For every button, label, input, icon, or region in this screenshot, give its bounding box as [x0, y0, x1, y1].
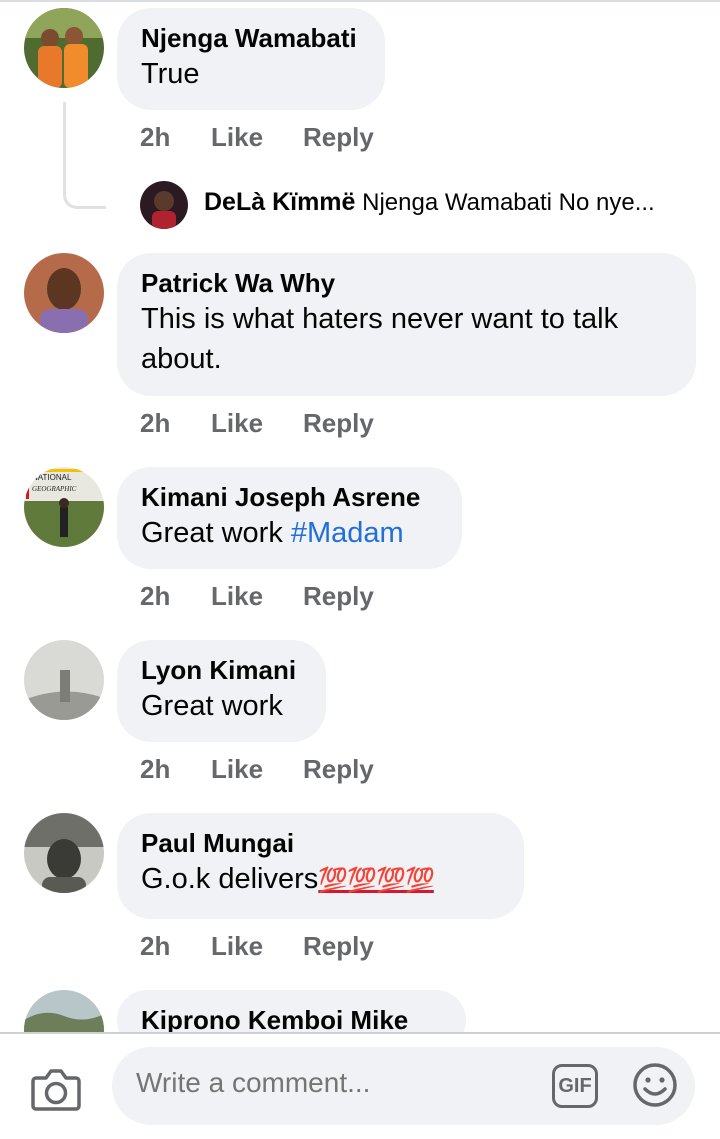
- comment-text: True: [141, 58, 200, 90]
- timestamp[interactable]: 2h: [140, 754, 170, 785]
- comment-bubble[interactable]: Paul Mungai G.o.k delivers💯💯💯💯: [117, 813, 524, 919]
- top-divider: [0, 0, 720, 2]
- comment-composer: GIF: [0, 1032, 720, 1139]
- avatar[interactable]: [24, 640, 104, 720]
- comment-bubble[interactable]: Njenga Wamabati True: [117, 8, 385, 110]
- reply-button[interactable]: Reply: [303, 931, 374, 962]
- comment-text: Great work: [141, 690, 283, 722]
- thread-connector: [63, 102, 106, 209]
- reply-avatar[interactable]: [140, 181, 188, 229]
- avatar[interactable]: [24, 813, 104, 893]
- comment-text: about.: [141, 343, 222, 375]
- hundred-points-emoji: 💯💯💯💯: [318, 867, 435, 894]
- timestamp[interactable]: 2h: [140, 931, 170, 962]
- reply-preview-text: Njenga Wamabati No nye...: [362, 189, 655, 216]
- like-button[interactable]: Like: [211, 931, 263, 962]
- like-button[interactable]: Like: [211, 581, 263, 612]
- comment-text: Great work #Madam: [141, 513, 438, 553]
- timestamp[interactable]: 2h: [140, 581, 170, 612]
- avatar[interactable]: NATIONAL GEOGRAPHIC: [24, 467, 104, 547]
- author-name[interactable]: Lyon Kimani: [141, 654, 302, 686]
- gif-button[interactable]: GIF: [552, 1064, 598, 1108]
- author-name[interactable]: Kimani Joseph Asrene: [141, 481, 438, 513]
- avatar[interactable]: [24, 253, 104, 333]
- comment-bubble[interactable]: Lyon Kimani Great work: [117, 640, 326, 742]
- comment-text-body: G.o.k delivers: [141, 863, 319, 895]
- comment-input-container[interactable]: GIF: [112, 1047, 695, 1125]
- comment-text: G.o.k delivers💯💯💯💯: [141, 859, 500, 901]
- reply-button[interactable]: Reply: [303, 581, 374, 612]
- comment-bubble[interactable]: Patrick Wa Why This is what haters never…: [117, 253, 696, 396]
- reply-button[interactable]: Reply: [303, 408, 374, 439]
- author-name[interactable]: Njenga Wamabati: [141, 22, 361, 54]
- reply-button[interactable]: Reply: [303, 122, 374, 153]
- camera-icon[interactable]: [30, 1066, 82, 1117]
- author-name[interactable]: Paul Mungai: [141, 827, 500, 859]
- avatar-logo-text: NATIONAL: [32, 473, 72, 482]
- reply-button[interactable]: Reply: [303, 754, 374, 785]
- like-button[interactable]: Like: [211, 408, 263, 439]
- comment-bubble[interactable]: Kimani Joseph Asrene Great work #Madam: [117, 467, 462, 569]
- timestamp[interactable]: 2h: [140, 122, 170, 153]
- author-name[interactable]: Patrick Wa Why: [141, 267, 672, 299]
- like-button[interactable]: Like: [211, 122, 263, 153]
- avatar-logo-text: GEOGRAPHIC: [32, 485, 77, 493]
- timestamp[interactable]: 2h: [140, 408, 170, 439]
- avatar[interactable]: [24, 8, 104, 88]
- reply-preview[interactable]: DeLà Kïmmë Njenga Wamabati No nye...: [204, 188, 655, 217]
- reply-author-name[interactable]: DeLà Kïmmë: [204, 188, 355, 216]
- like-button[interactable]: Like: [211, 754, 263, 785]
- comment-input[interactable]: [136, 1067, 516, 1099]
- emoji-icon[interactable]: [632, 1062, 678, 1113]
- hashtag-link[interactable]: #Madam: [291, 517, 404, 549]
- comment-text-body: Great work: [141, 517, 291, 549]
- comment-text: This is what haters never want to talk: [141, 303, 619, 335]
